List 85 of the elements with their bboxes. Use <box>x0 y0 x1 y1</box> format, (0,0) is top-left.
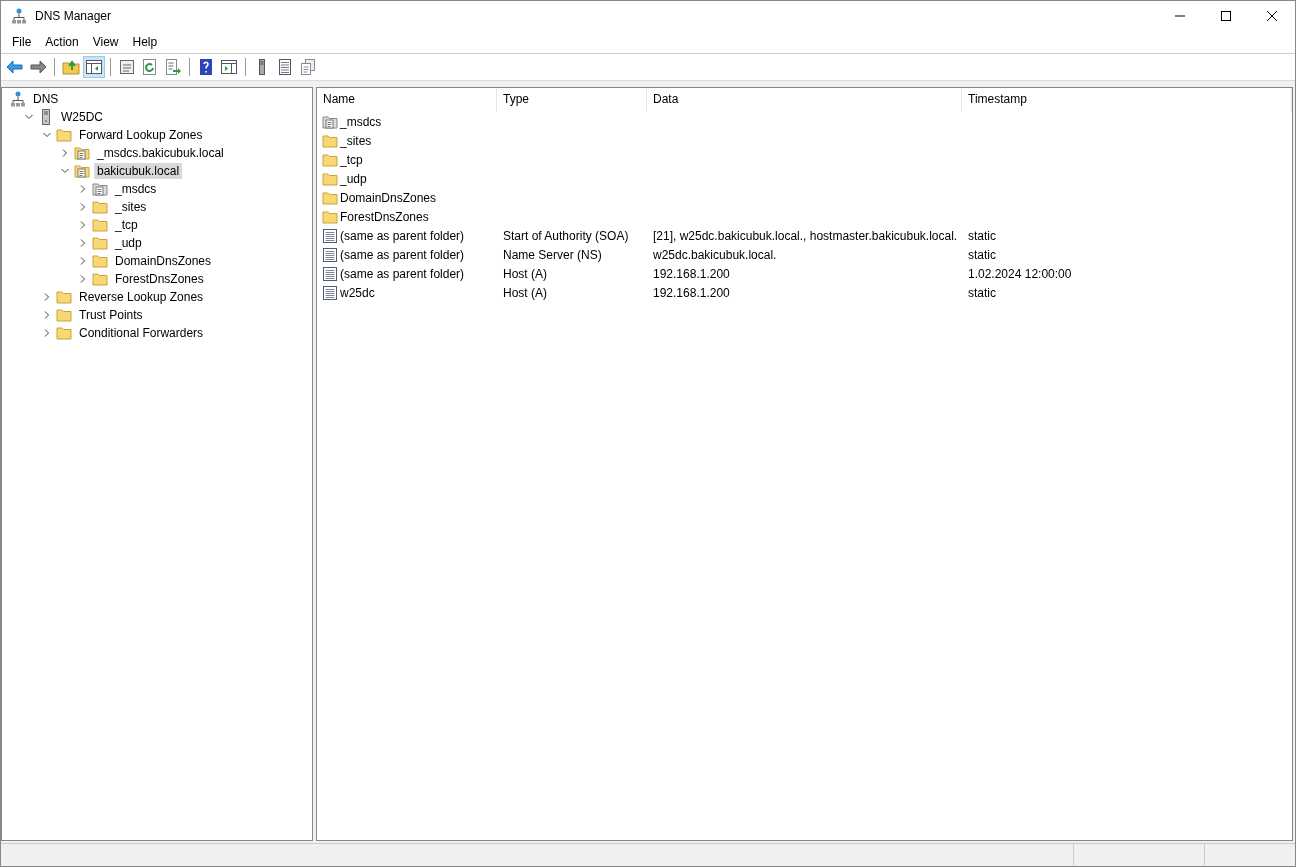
column-header[interactable]: Data <box>647 88 962 112</box>
table-cell: (same as parent folder) <box>340 266 465 281</box>
menu-item[interactable]: View <box>85 35 126 49</box>
zone-icon <box>322 113 338 130</box>
record-icon <box>322 284 338 301</box>
table-cell: _udp <box>340 171 367 186</box>
column-header[interactable]: Timestamp <box>962 88 1292 112</box>
expand-chevron-icon[interactable] <box>42 310 52 320</box>
folder-icon <box>92 235 108 251</box>
expand-chevron-icon[interactable] <box>78 274 88 284</box>
menu-item[interactable]: Help <box>125 35 165 49</box>
tree-item[interactable]: _sites <box>112 199 150 215</box>
expand-chevron-icon[interactable] <box>78 202 88 212</box>
tree-item[interactable]: _udp <box>112 235 145 251</box>
table-cell: (same as parent folder) <box>340 247 465 262</box>
column-header[interactable]: Type <box>497 88 647 112</box>
menu-item[interactable]: File <box>5 35 39 49</box>
table-cell: 1.02.2024 12:00:00 <box>968 266 1072 281</box>
tree-pane-icon[interactable] <box>83 56 105 78</box>
folder-icon <box>322 189 338 206</box>
folder-icon <box>92 271 108 287</box>
table-cell: [21], w25dc.bakicubuk.local., hostmaster.bakicubuk.local. <box>653 228 958 243</box>
table-cell: w25dc <box>340 285 375 300</box>
tree-item[interactable]: Reverse Lookup Zones <box>76 289 207 305</box>
tree-item[interactable]: Forward Lookup Zones <box>76 127 206 143</box>
zone-icon <box>74 145 90 161</box>
tree-item[interactable]: DNS <box>30 91 62 107</box>
table-cell: DomainDnsZones <box>340 190 437 205</box>
folder-icon <box>92 199 108 215</box>
folder-icon <box>56 307 72 323</box>
table-cell: static <box>968 228 996 243</box>
expand-chevron-icon[interactable] <box>78 220 88 230</box>
record-icon <box>322 246 338 263</box>
expand-chevron-icon[interactable] <box>42 292 52 302</box>
folder-icon <box>56 127 72 143</box>
folder-icon <box>56 325 72 341</box>
tree-item[interactable]: bakicubuk.local <box>94 163 183 179</box>
tree-item[interactable]: _tcp <box>112 217 141 233</box>
folder-icon <box>56 289 72 305</box>
tree-item[interactable]: _msdcs <box>112 181 160 197</box>
menu-item[interactable]: Action <box>38 35 86 49</box>
tree-item[interactable]: Trust Points <box>76 307 146 323</box>
expand-chevron-icon[interactable] <box>42 328 52 338</box>
tree-item[interactable]: ForestDnsZones <box>112 271 207 287</box>
table-cell: Start of Authority (SOA) <box>503 228 629 243</box>
folder-icon <box>92 217 108 233</box>
record-icon <box>322 265 338 282</box>
folder-icon <box>322 170 338 187</box>
zone-icon <box>92 181 108 197</box>
close-icon[interactable] <box>1267 11 1277 21</box>
table-cell: _tcp <box>340 152 363 167</box>
table-cell: static <box>968 285 996 300</box>
maximize-icon[interactable] <box>1221 11 1231 21</box>
table-cell: w25dc.bakicubuk.local. <box>653 247 777 262</box>
folder-icon <box>322 208 338 225</box>
record-icon <box>322 227 338 244</box>
folder-icon <box>92 253 108 269</box>
tree-item[interactable]: W25DC <box>58 109 106 125</box>
expand-chevron-icon[interactable] <box>78 184 88 194</box>
column-header[interactable]: Name <box>317 88 497 112</box>
expand-chevron-icon[interactable] <box>60 148 70 158</box>
table-cell: Name Server (NS) <box>503 247 602 262</box>
table-cell: (same as parent folder) <box>340 228 465 243</box>
table-cell: static <box>968 247 996 262</box>
table-cell: Host (A) <box>503 285 547 300</box>
folder-icon <box>322 132 338 149</box>
expand-chevron-icon[interactable] <box>78 238 88 248</box>
table-cell: 192.168.1.200 <box>653 266 730 281</box>
table-cell: Host (A) <box>503 266 547 281</box>
network-icon <box>10 91 26 107</box>
collapse-chevron-icon[interactable] <box>60 166 70 176</box>
tree-item[interactable]: DomainDnsZones <box>112 253 215 269</box>
tree-item[interactable]: _msdcs.bakicubuk.local <box>94 145 227 161</box>
collapse-chevron-icon[interactable] <box>24 112 34 122</box>
table-cell: ForestDnsZones <box>340 209 429 224</box>
table-cell: _msdcs <box>340 114 382 129</box>
tree-item[interactable]: Conditional Forwarders <box>76 325 207 341</box>
table-cell: _sites <box>340 133 372 148</box>
folder-icon <box>322 151 338 168</box>
zone-icon <box>74 163 90 179</box>
network-icon <box>11 8 27 24</box>
table-cell: 192.168.1.200 <box>653 285 730 300</box>
collapse-chevron-icon[interactable] <box>42 130 52 140</box>
window-title: DNS Manager <box>35 9 112 23</box>
expand-chevron-icon[interactable] <box>78 256 88 266</box>
